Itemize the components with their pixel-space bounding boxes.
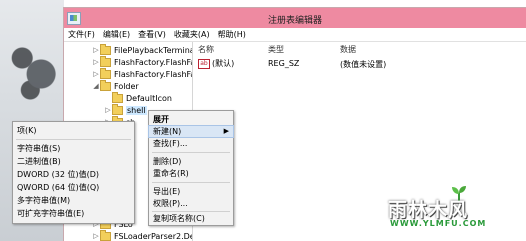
submenu-item-multi-string-value[interactable]: 多字符串值(M) (13, 195, 134, 206)
menu-item-permissions[interactable]: 权限(P)... (149, 198, 233, 209)
menu-bar: 文件(F) 编辑(E) 查看(V) 收藏夹(A) 帮助(H) (64, 28, 526, 42)
column-header-data[interactable]: 数据 (340, 44, 356, 55)
collapse-arrow-icon[interactable]: ◢ (92, 82, 100, 90)
submenu-item-key[interactable]: 项(K) (13, 125, 134, 136)
watermark-logo: 雨林木风 WWW.YLMFU.COM (386, 183, 520, 233)
folder-icon (100, 55, 111, 67)
tree-item-folder[interactable]: ◢ Folder (92, 79, 139, 92)
tree-item-label: shell (126, 105, 147, 115)
new-submenu: 项(K) 字符串值(S) 二进制值(B) DWORD (32 位)值(D) QW… (12, 121, 135, 224)
expand-arrow-icon[interactable]: ▷ (104, 106, 112, 114)
menu-separator (16, 139, 131, 140)
tree-item-label: Folder (114, 81, 139, 91)
value-data: (数值未设置) (340, 60, 387, 69)
menu-edit[interactable]: 编辑(E) (103, 29, 130, 40)
value-type: REG_SZ (268, 59, 300, 68)
submenu-item-string-value[interactable]: 字符串值(S) (13, 143, 134, 154)
expand-arrow-icon[interactable]: ▷ (92, 70, 100, 78)
tree-item-label: FSLoaderParser2.De (114, 231, 193, 241)
expand-arrow-icon[interactable]: ▷ (92, 58, 100, 66)
watermark-text: 雨林木风 (388, 199, 469, 221)
tree-item-selected[interactable]: ▷ shell (104, 103, 147, 116)
folder-icon (100, 79, 111, 91)
submenu-arrow-icon: ▶ (223, 127, 229, 135)
folder-icon (100, 43, 111, 55)
tree-item[interactable]: ▷ FilePlaybackTerminal (92, 43, 193, 56)
tree-item-label: FlashFactory.FlashFa (114, 57, 193, 67)
folder-icon (100, 67, 111, 79)
menu-item-expand[interactable]: 展开 (149, 114, 233, 125)
menu-item-rename[interactable]: 重命名(R) (149, 168, 233, 179)
menu-view[interactable]: 查看(V) (138, 29, 166, 40)
column-header-type[interactable]: 类型 (268, 44, 284, 55)
menu-item-export[interactable]: 导出(E) (149, 186, 233, 197)
menu-separator (152, 152, 230, 153)
expand-arrow-icon[interactable]: ▷ (92, 232, 100, 240)
menu-item-delete[interactable]: 删除(D) (149, 156, 233, 167)
menu-item-copy-key-name[interactable]: 复制项名称(C) (149, 213, 233, 224)
string-value-icon: ab (198, 58, 210, 69)
folder-icon (112, 103, 123, 115)
tree-item[interactable]: DefaultIcon (104, 91, 172, 104)
submenu-item-expandable-string-value[interactable]: 可扩充字符串值(E) (13, 208, 134, 219)
context-menu: 展开 新建(N) ▶ 查找(F)... 删除(D) 重命名(R) 导出(E) 权… (148, 110, 234, 226)
title-bar: 注册表编辑器 (64, 8, 526, 28)
menu-item-new-label: 新建(N) (153, 127, 182, 136)
submenu-item-binary-value[interactable]: 二进制值(B) (13, 156, 134, 167)
tree-item-label: DefaultIcon (126, 93, 172, 103)
folder-icon (112, 91, 123, 103)
menu-separator (152, 182, 230, 183)
menu-help[interactable]: 帮助(H) (218, 29, 246, 40)
menu-item-new[interactable]: 新建(N) ▶ (148, 125, 234, 138)
expand-arrow-icon[interactable]: ▷ (92, 46, 100, 54)
submenu-item-dword-value[interactable]: DWORD (32 位)值(D) (13, 169, 134, 180)
watermark-url: WWW.YLMFU.COM (390, 219, 487, 228)
wallpaper-image (6, 26, 60, 106)
menu-favorites[interactable]: 收藏夹(A) (174, 29, 210, 40)
value-row[interactable]: ab (默认) (198, 58, 234, 69)
folder-icon (100, 229, 111, 241)
tree-item-label: FlashFactory.FlashFa (114, 69, 193, 79)
window-title: 注册表编辑器 (267, 16, 322, 26)
menu-item-find[interactable]: 查找(F)... (149, 138, 233, 149)
column-header-name[interactable]: 名称 (198, 44, 214, 55)
menu-file[interactable]: 文件(F) (68, 29, 95, 40)
tree-item[interactable]: ▷ FlashFactory.FlashFa (92, 55, 193, 68)
tree-item-label: FilePlaybackTerminal (114, 45, 193, 55)
value-name: (默认) (212, 59, 235, 68)
submenu-item-qword-value[interactable]: QWORD (64 位)值(Q) (13, 182, 134, 193)
tree-item[interactable]: ▷ FSLoaderParser2.De (92, 229, 193, 241)
tree-item[interactable]: ▷ FlashFactory.FlashFa (92, 67, 193, 80)
menu-separator (152, 211, 230, 212)
